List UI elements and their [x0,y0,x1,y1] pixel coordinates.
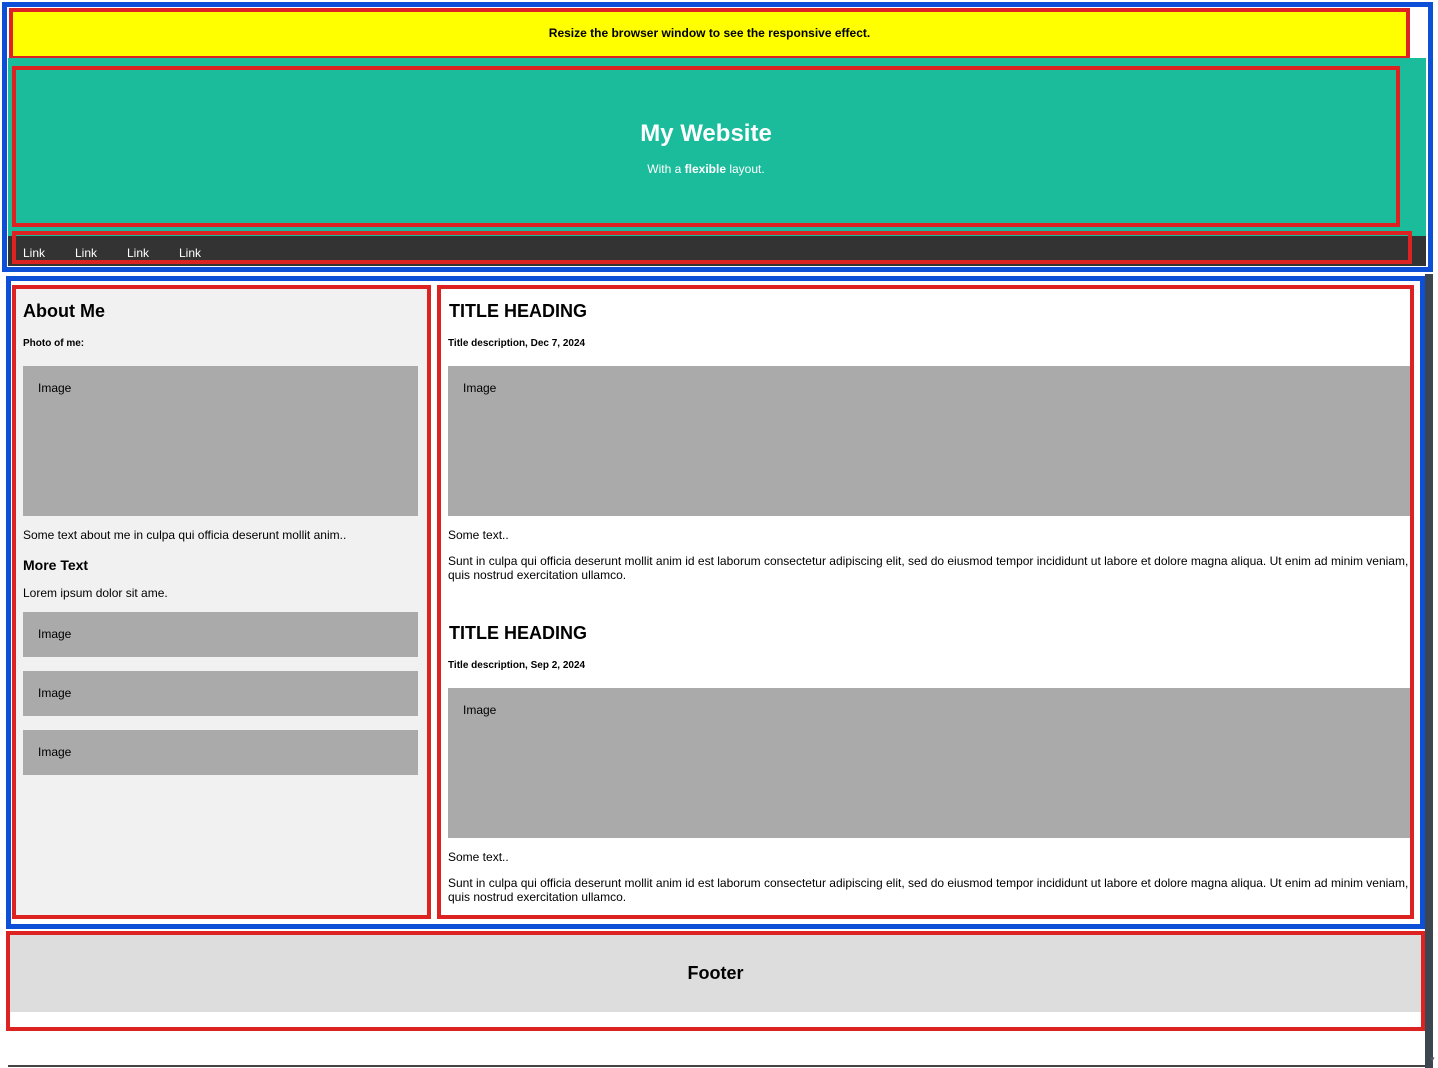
side-column-outline [12,285,431,919]
banner-outline [9,8,1410,60]
footer-outline [6,931,1425,1031]
header-outline [12,66,1400,227]
navbar-outline [12,231,1412,264]
page-bottom-border [8,1065,1426,1067]
scrollbar[interactable] [1425,274,1433,1068]
scroll-down-icon[interactable]: ▾ [1430,1054,1435,1065]
main-column-outline [437,285,1414,919]
